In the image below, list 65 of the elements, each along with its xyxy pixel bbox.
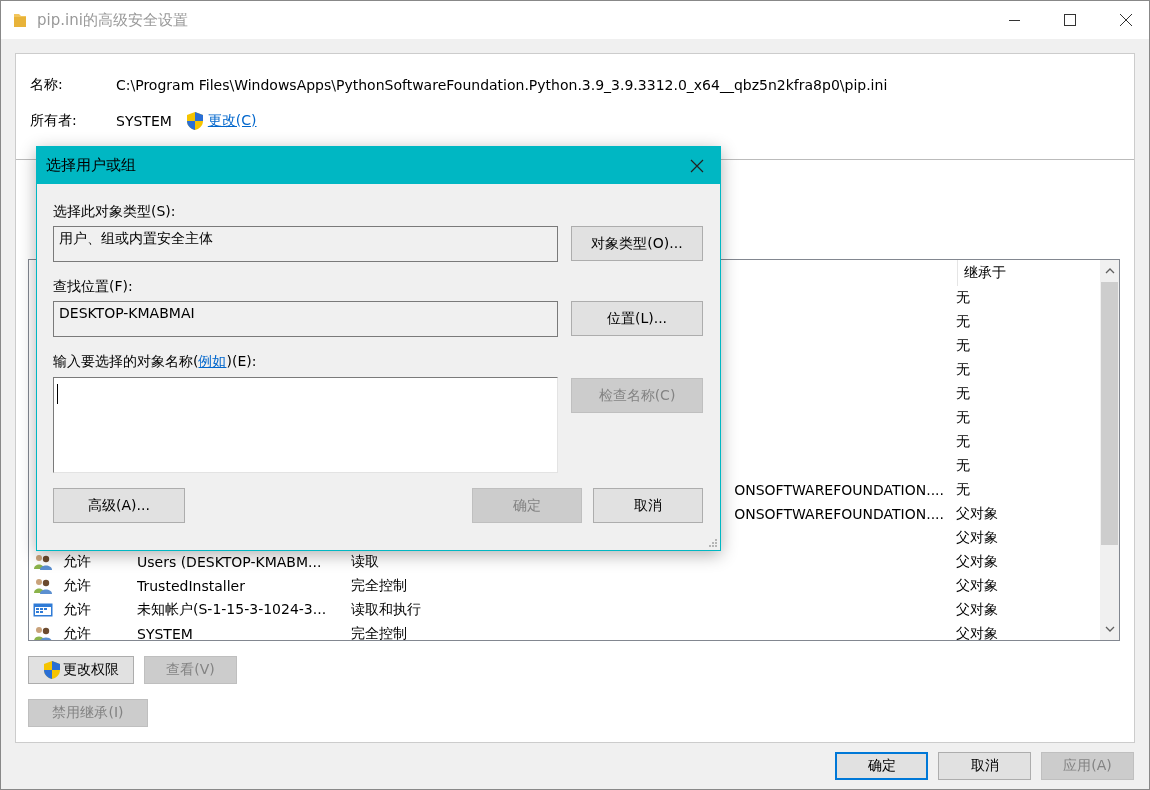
table-cell: 无 <box>956 361 970 377</box>
table-cell: 允许 <box>63 553 91 569</box>
table-cell: 父对象 <box>956 601 998 617</box>
table-cell: ONSOFTWAREFOUNDATION.... <box>734 506 944 522</box>
field-label: 查找位置(F): <box>53 278 133 294</box>
window-title: pip.ini的高级安全设置 <box>37 10 188 30</box>
table-cell: 允许 <box>63 625 91 640</box>
table-cell: 无 <box>956 409 970 425</box>
table-cell: 父对象 <box>956 553 998 569</box>
ok-button[interactable]: 确定 <box>835 752 928 780</box>
file-path: C:\Program Files\WindowsApps\PythonSoftwareFoundation.Python.3.9_3.9.3312.0_x64__qbz5n2kfra8p0\pip.ini <box>116 77 888 93</box>
resize-grip-icon[interactable] <box>708 538 718 548</box>
column-header[interactable]: 继承于 <box>964 264 1006 282</box>
close-icon[interactable] <box>1120 14 1132 26</box>
table-cell: Users (DESKTOP-KMABM... <box>137 554 322 570</box>
table-cell: 允许 <box>63 577 91 593</box>
table-cell: 允许 <box>63 601 91 617</box>
field-label: 输入要选择的对象名称(例如)(E): <box>53 353 257 369</box>
table-cell: ONSOFTWAREFOUNDATION.... <box>734 482 944 498</box>
table-cell: 无 <box>956 385 970 401</box>
table-cell: 无 <box>956 433 970 449</box>
table-cell: 未知帐户(S-1-15-3-1024-3... <box>137 601 327 617</box>
app-window-icon <box>33 602 53 618</box>
object-types-button[interactable]: 对象类型(O)... <box>571 226 703 261</box>
object-names-field[interactable] <box>53 377 558 473</box>
table-cell: 无 <box>956 313 970 329</box>
table-cell: 无 <box>956 337 970 353</box>
field-label: 名称: <box>30 76 64 94</box>
cancel-button[interactable]: 取消 <box>593 488 703 523</box>
scrollbar[interactable] <box>1100 260 1119 640</box>
object-type-field: 用户、组或内置安全主体 <box>53 226 558 262</box>
shield-icon <box>185 111 204 131</box>
table-cell: 无 <box>956 457 970 473</box>
folder-icon <box>13 12 27 28</box>
scroll-down-icon[interactable] <box>1104 626 1115 632</box>
table-cell: 读取 <box>351 553 379 571</box>
table-cell: 无 <box>956 481 970 497</box>
owner-name: SYSTEM <box>116 113 172 129</box>
maximize-icon[interactable] <box>1064 14 1076 26</box>
table-cell: 读取和执行 <box>351 601 421 619</box>
close-icon[interactable] <box>690 158 704 173</box>
change-owner-link[interactable]: 更改(C) <box>207 112 257 130</box>
table-cell: 无 <box>956 289 970 305</box>
locations-button[interactable]: 位置(L)... <box>571 301 703 336</box>
location-field: DESKTOP-KMABMAI <box>53 301 558 337</box>
shield-icon <box>43 660 61 680</box>
table-cell: 完全控制 <box>351 625 407 640</box>
advanced-button[interactable]: 高级(A)... <box>53 488 185 523</box>
field-label: 所有者: <box>30 112 78 130</box>
table-cell: 父对象 <box>956 529 998 545</box>
users-icon <box>33 578 53 594</box>
field-label: 选择此对象类型(S): <box>53 203 176 219</box>
change-permissions-button[interactable]: 更改权限 <box>28 656 134 684</box>
examples-link[interactable]: 例如 <box>198 353 227 369</box>
dialog-title: 选择用户或组 <box>46 156 137 175</box>
table-cell: 完全控制 <box>351 577 407 595</box>
scroll-up-icon[interactable] <box>1104 268 1115 274</box>
table-cell: 父对象 <box>956 577 998 593</box>
table-cell: 父对象 <box>956 625 998 640</box>
users-icon <box>33 554 53 570</box>
table-cell: 父对象 <box>956 505 998 521</box>
table-cell: SYSTEM <box>137 626 193 640</box>
table-cell: TrustedInstaller <box>137 578 245 594</box>
users-icon <box>33 626 53 640</box>
cancel-button[interactable]: 取消 <box>938 752 1031 780</box>
